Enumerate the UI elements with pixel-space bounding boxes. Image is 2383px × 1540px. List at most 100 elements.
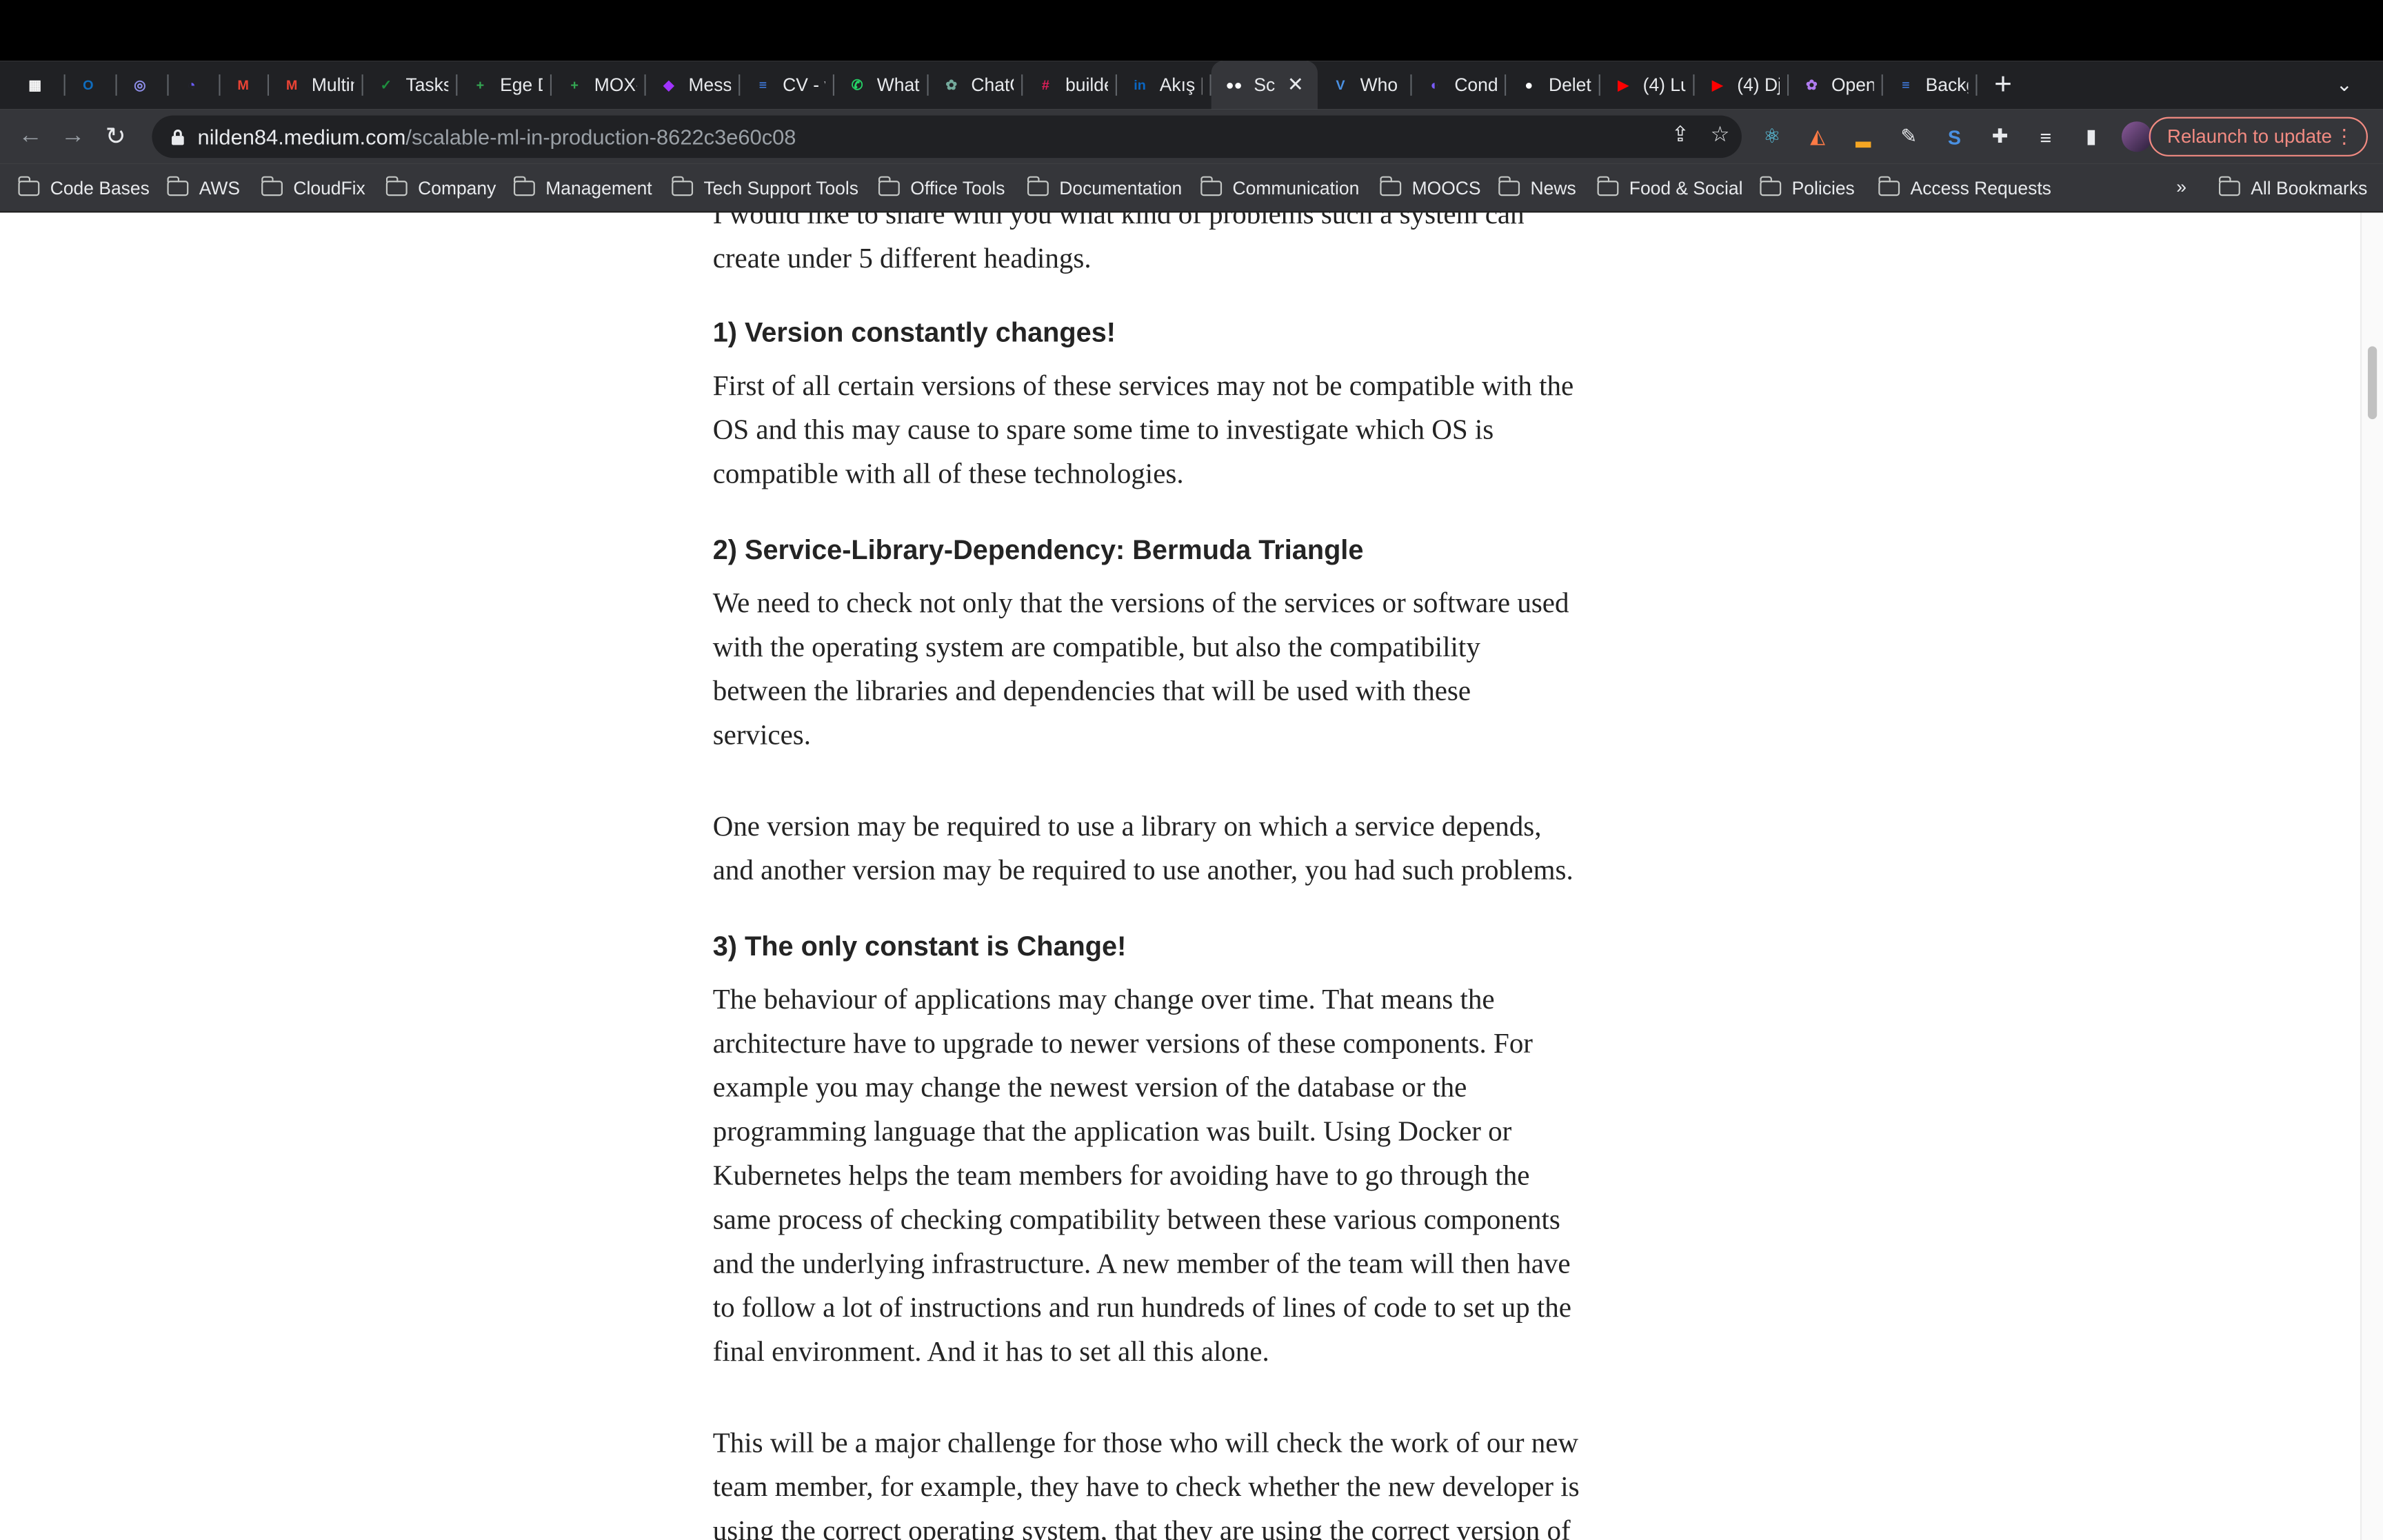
folder-icon (1596, 176, 1619, 196)
bookmark-folder[interactable]: Management (513, 164, 652, 213)
tab-title: Ege D (500, 74, 543, 96)
tasks-icon: ✓ (380, 77, 392, 92)
bookmark-folder[interactable]: AWS (166, 164, 241, 213)
forward-arrow-icon[interactable]: → (52, 123, 94, 150)
tab[interactable]: ◎ (117, 61, 169, 110)
tab[interactable]: ▶ (4) Dj (1695, 61, 1789, 110)
tab-title: OpenA (1831, 74, 1874, 96)
heading-1: 1) Version constantly changes! (712, 317, 1116, 348)
bookmark-folder[interactable]: Policies (1759, 164, 1855, 213)
youtube-icon: ▶ (1711, 77, 1723, 92)
bookmark-folder[interactable]: Company (385, 164, 496, 213)
intro-paragraph: I would like to share with you what kind… (712, 212, 1525, 275)
bookmark-folder[interactable]: News (1498, 164, 1576, 213)
tab-strip: ▦ O ◎ ◔ M M Multin ✓ Tasks + Ege D + MOX-F ◆ Messe ≡ CV … (0, 61, 2383, 110)
bookmark-folder[interactable]: Office Tools (878, 164, 1005, 213)
tab[interactable]: ✓ Tasks (363, 61, 458, 110)
bookmark-label: Communication (1232, 177, 1360, 199)
tab[interactable]: ▶ (4) Lu (1600, 61, 1695, 110)
tab-title: MOX-F (594, 74, 637, 96)
tab[interactable]: ◐ Condi (1412, 61, 1507, 110)
scrollbar-thumb[interactable] (2367, 346, 2377, 420)
bookmark-folder[interactable]: Code Bases (17, 164, 150, 213)
color-picker-icon[interactable]: ✎ (1893, 121, 1924, 152)
share-icon[interactable]: ⇪ (1671, 121, 1689, 147)
bookmark-folder[interactable]: Communication (1200, 164, 1359, 213)
tab[interactable]: ✿ OpenA (1789, 61, 1883, 110)
reading-list-icon[interactable]: ≡ (2031, 121, 2061, 152)
tab[interactable]: ▦ (12, 61, 66, 110)
paragraph-2: We need to check not only that the versi… (712, 587, 1569, 752)
tab[interactable]: ✆ Whats (834, 61, 929, 110)
tab[interactable]: V Who D (1318, 61, 1412, 110)
url-path: /scalable-ml-in-production-8622c3e60c08 (405, 124, 796, 149)
tab-title: Delete (1548, 74, 1591, 96)
tab-title: (4) Dj (1737, 74, 1780, 96)
tab[interactable]: + MOX-F (552, 61, 646, 110)
puzzle-icon[interactable]: ✚ (1985, 121, 2015, 152)
bookmark-star-icon[interactable]: ☆ (1711, 121, 1730, 147)
react-devtools-icon[interactable]: ⚛ (1757, 121, 1787, 152)
scrollbar[interactable] (2360, 212, 2383, 1540)
tab-search-chevron-icon[interactable]: ⌄ (2336, 73, 2353, 97)
tab-title: Who D (1360, 74, 1403, 96)
bookmark-label: CloudFix (293, 177, 365, 199)
address-bar[interactable]: nilden84.medium.com /scalable-ml-in-prod… (152, 115, 1742, 159)
bookmarks-bar: Access Requests Policies Food & Social News… (0, 163, 2383, 213)
tab[interactable]: ✿ ChatG (929, 61, 1023, 110)
more-vert-icon[interactable]: ⋮ (2334, 125, 2354, 149)
profile-avatar[interactable] (2121, 121, 2153, 152)
back-arrow-icon[interactable]: ← (9, 123, 52, 150)
s-extension-icon[interactable]: S (1939, 121, 1969, 152)
bookmark-folder[interactable]: CloudFix (261, 164, 365, 213)
bookmark-folder[interactable]: Documentation (1027, 164, 1182, 213)
relaunch-button[interactable]: Relaunch to update ⋮ (2149, 116, 2368, 156)
openai-icon: ✿ (1805, 77, 1818, 92)
extensions-area: ⚛ ◭ ▂ ✎ S ✚ ≡ ▮ (1757, 121, 2153, 152)
folder-icon (1200, 176, 1223, 196)
tab[interactable]: M (221, 61, 270, 110)
tab[interactable]: ● Delete (1506, 61, 1600, 110)
more-bookmarks-chevron-icon[interactable]: » (2176, 176, 2186, 198)
tab[interactable]: ≡ CV - v (740, 61, 835, 110)
folder-icon (513, 176, 535, 196)
bookmark-folder[interactable]: MOOCS (1379, 164, 1481, 213)
gmail-icon: M (237, 77, 249, 93)
tab[interactable]: ◆ Messe (646, 61, 741, 110)
extension-icon[interactable]: ▂ (1848, 121, 1878, 152)
bookmark-folder[interactable]: Tech Support Tools (671, 164, 858, 213)
slack-icon: # (1041, 77, 1049, 93)
youtube-icon: ▶ (1618, 77, 1629, 92)
browser-toolbar: ← → ↻ nilden84.medium.com /scalable-ml-i… (0, 109, 2383, 164)
tab-title: Whats (876, 74, 920, 96)
bookmark-label: AWS (199, 177, 241, 199)
condition-icon: ◐ (1430, 77, 1439, 93)
docs-icon: ≡ (1902, 77, 1910, 93)
tab-title: (4) Lu (1642, 74, 1686, 96)
github-icon: ● (1525, 77, 1534, 93)
bookmark-label: Food & Social (1629, 177, 1743, 199)
side-panel-icon[interactable]: ▮ (2076, 121, 2107, 152)
tab[interactable]: ●● Sc ✕ (1211, 61, 1318, 110)
linkedin-icon: in (1134, 77, 1146, 93)
bookmark-folder[interactable]: Access Requests (1878, 164, 2051, 213)
tab[interactable]: # builde (1023, 61, 1118, 110)
all-bookmarks-button[interactable]: All Bookmarks (2218, 164, 2367, 213)
paragraph-1: First of all certain versions of these s… (712, 370, 1574, 491)
tab[interactable]: M Multin (269, 61, 363, 110)
tab[interactable]: in Akış | (1117, 61, 1211, 110)
close-tab-icon[interactable]: ✕ (1287, 73, 1304, 97)
bookmark-label: MOOCS (1411, 177, 1481, 199)
reload-icon[interactable]: ↻ (94, 121, 137, 152)
bookmark-label: Tech Support Tools (703, 177, 858, 199)
new-tab-icon[interactable]: + (1980, 68, 2026, 103)
chatgpt-icon: ✿ (945, 77, 958, 92)
tab[interactable]: O (66, 61, 117, 110)
tab-title: Sc (1254, 74, 1276, 96)
bookmark-folder[interactable]: Food & Social (1596, 164, 1743, 213)
extension-icon[interactable]: ◭ (1802, 121, 1833, 152)
tab[interactable]: ≡ Backg (1883, 61, 1978, 110)
tab[interactable]: + Ege D (457, 61, 552, 110)
tab-title: Backg (1925, 74, 1969, 96)
tab[interactable]: ◔ (169, 61, 221, 110)
